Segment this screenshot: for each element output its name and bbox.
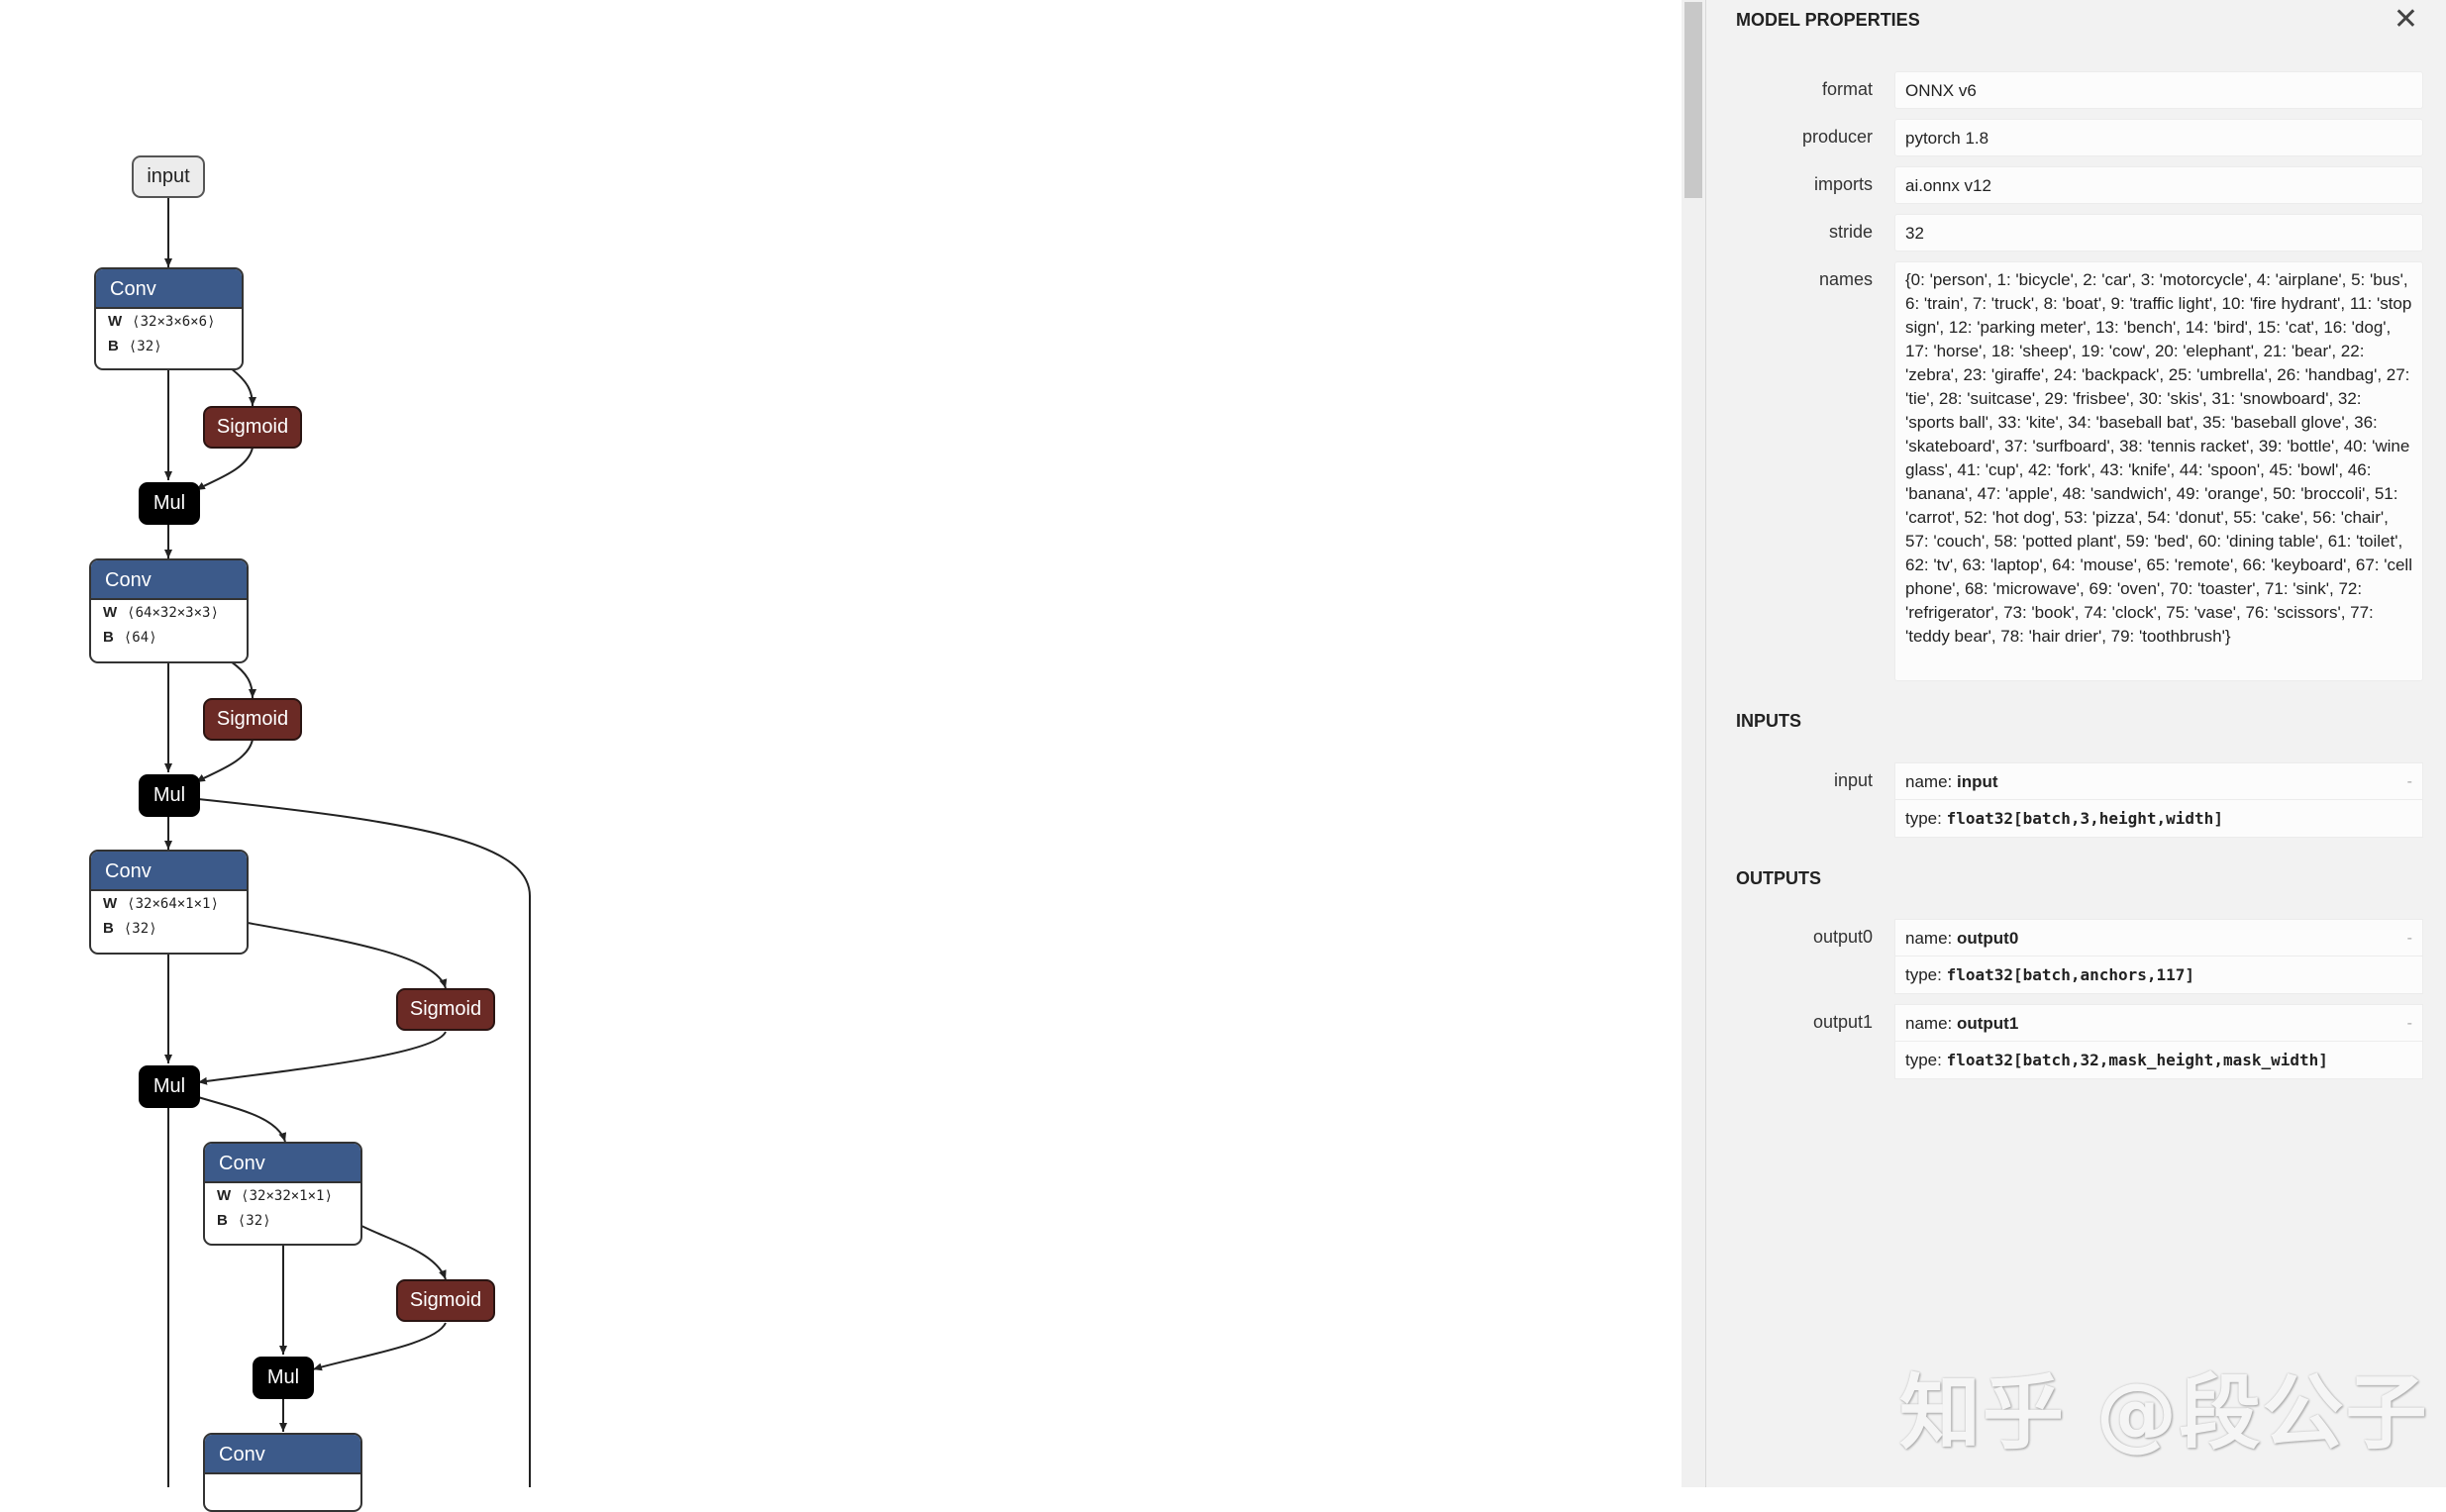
sigmoid-node-label: Sigmoid <box>409 998 482 1020</box>
watermark: 知乎 @段公子 <box>1899 1366 2429 1461</box>
output-type-line: type: float32[batch,anchors,117] <box>1894 957 2423 994</box>
close-icon[interactable]: ✕ <box>2394 2 2418 37</box>
prop-value-producer[interactable]: pytorch 1.8 <box>1894 119 2423 156</box>
conv-node-title: Conv <box>205 1435 360 1474</box>
output-details[interactable]: name: output1 - type: float32[batch,32,m… <box>1894 1004 2423 1079</box>
conv-node-title: Conv <box>96 269 242 309</box>
prop-label-stride: stride <box>1828 222 1873 242</box>
model-properties-panel: MODEL PROPERTIES ✕ format ONNX v6 produc… <box>1705 0 2446 1487</box>
input-details[interactable]: name: input - type: float32[batch,3,heig… <box>1894 762 2423 838</box>
conv-node[interactable]: Conv <box>203 1433 362 1512</box>
expand-icon[interactable]: - <box>2407 763 2412 801</box>
expand-icon[interactable]: - <box>2407 1005 2412 1043</box>
input-node[interactable]: input <box>132 155 205 198</box>
input-type-line: type: float32[batch,3,height,width] <box>1894 800 2423 838</box>
conv-bias-attr: B ⟨32⟩ <box>103 920 157 937</box>
sigmoid-node-label: Sigmoid <box>216 416 289 438</box>
mul-node-label: Mul <box>153 1075 186 1097</box>
conv-node[interactable]: Conv W ⟨32×32×1×1⟩ B ⟨32⟩ <box>203 1142 362 1246</box>
conv-node[interactable]: Conv W ⟨32×3×6×6⟩ B ⟨32⟩ <box>94 267 244 370</box>
output-name-line: name: output1 - <box>1894 1004 2423 1042</box>
prop-value-format[interactable]: ONNX v6 <box>1894 71 2423 109</box>
mul-node[interactable]: Mul <box>253 1357 314 1399</box>
mul-node-label: Mul <box>153 492 186 514</box>
conv-bias-attr: B ⟨32⟩ <box>217 1212 271 1229</box>
output-label: output1 <box>1812 1012 1873 1032</box>
conv-bias-attr: B ⟨64⟩ <box>103 629 157 646</box>
conv-node-title: Conv <box>205 1144 360 1183</box>
mul-node-label: Mul <box>153 784 186 806</box>
panel-title: MODEL PROPERTIES <box>1736 10 1920 30</box>
sidebar-scrollbar[interactable] <box>1682 0 1705 1487</box>
input-node-label: input <box>147 165 190 187</box>
conv-node-title: Conv <box>91 560 247 600</box>
conv-bias-attr: B ⟨32⟩ <box>108 338 162 354</box>
outputs-section-title: OUTPUTS <box>1736 868 1822 888</box>
inputs-section-title: INPUTS <box>1736 711 1802 731</box>
mul-node[interactable]: Mul <box>139 1065 200 1108</box>
sigmoid-node-label: Sigmoid <box>409 1289 482 1311</box>
sigmoid-node[interactable]: Sigmoid <box>203 698 302 741</box>
conv-weight-attr: W ⟨32×64×1×1⟩ <box>103 895 219 912</box>
graph-canvas[interactable]: input Conv W ⟨32×3×6×6⟩ B ⟨32⟩ Sigmoid Mul… <box>0 0 1683 1512</box>
output-type-line: type: float32[batch,32,mask_height,mask_… <box>1894 1042 2423 1079</box>
output-details[interactable]: name: output0 - type: float32[batch,anch… <box>1894 919 2423 994</box>
conv-weight-attr: W ⟨64×32×3×3⟩ <box>103 604 219 621</box>
output-label: output0 <box>1812 927 1873 947</box>
mul-node-label: Mul <box>266 1366 300 1388</box>
input-label: input <box>1833 770 1873 790</box>
sigmoid-node[interactable]: Sigmoid <box>396 988 495 1031</box>
conv-weight-attr: W ⟨32×32×1×1⟩ <box>217 1187 333 1204</box>
prop-value-names[interactable]: {0: 'person', 1: 'bicycle', 2: 'car', 3:… <box>1894 261 2423 681</box>
graph-edges <box>164 198 531 1487</box>
prop-value-stride[interactable]: 32 <box>1894 214 2423 252</box>
mul-node[interactable]: Mul <box>139 482 200 525</box>
conv-weight-attr: W ⟨32×3×6×6⟩ <box>108 313 216 330</box>
mul-node[interactable]: Mul <box>139 774 200 817</box>
input-name-line: name: input - <box>1894 762 2423 800</box>
conv-node-title: Conv <box>91 852 247 891</box>
sigmoid-node[interactable]: Sigmoid <box>203 406 302 449</box>
prop-label-names: names <box>1818 269 1873 289</box>
sigmoid-node-label: Sigmoid <box>216 708 289 730</box>
output-name-line: name: output0 - <box>1894 919 2423 957</box>
prop-label-producer: producer <box>1801 127 1873 147</box>
scrollbar-thumb[interactable] <box>1684 2 1702 198</box>
sigmoid-node[interactable]: Sigmoid <box>396 1279 495 1322</box>
expand-icon[interactable]: - <box>2407 920 2412 958</box>
prop-label-format: format <box>1821 79 1873 99</box>
conv-node[interactable]: Conv W ⟨64×32×3×3⟩ B ⟨64⟩ <box>89 558 249 663</box>
prop-value-imports[interactable]: ai.onnx v12 <box>1894 166 2423 204</box>
prop-label-imports: imports <box>1813 174 1873 194</box>
conv-node[interactable]: Conv W ⟨32×64×1×1⟩ B ⟨32⟩ <box>89 850 249 955</box>
